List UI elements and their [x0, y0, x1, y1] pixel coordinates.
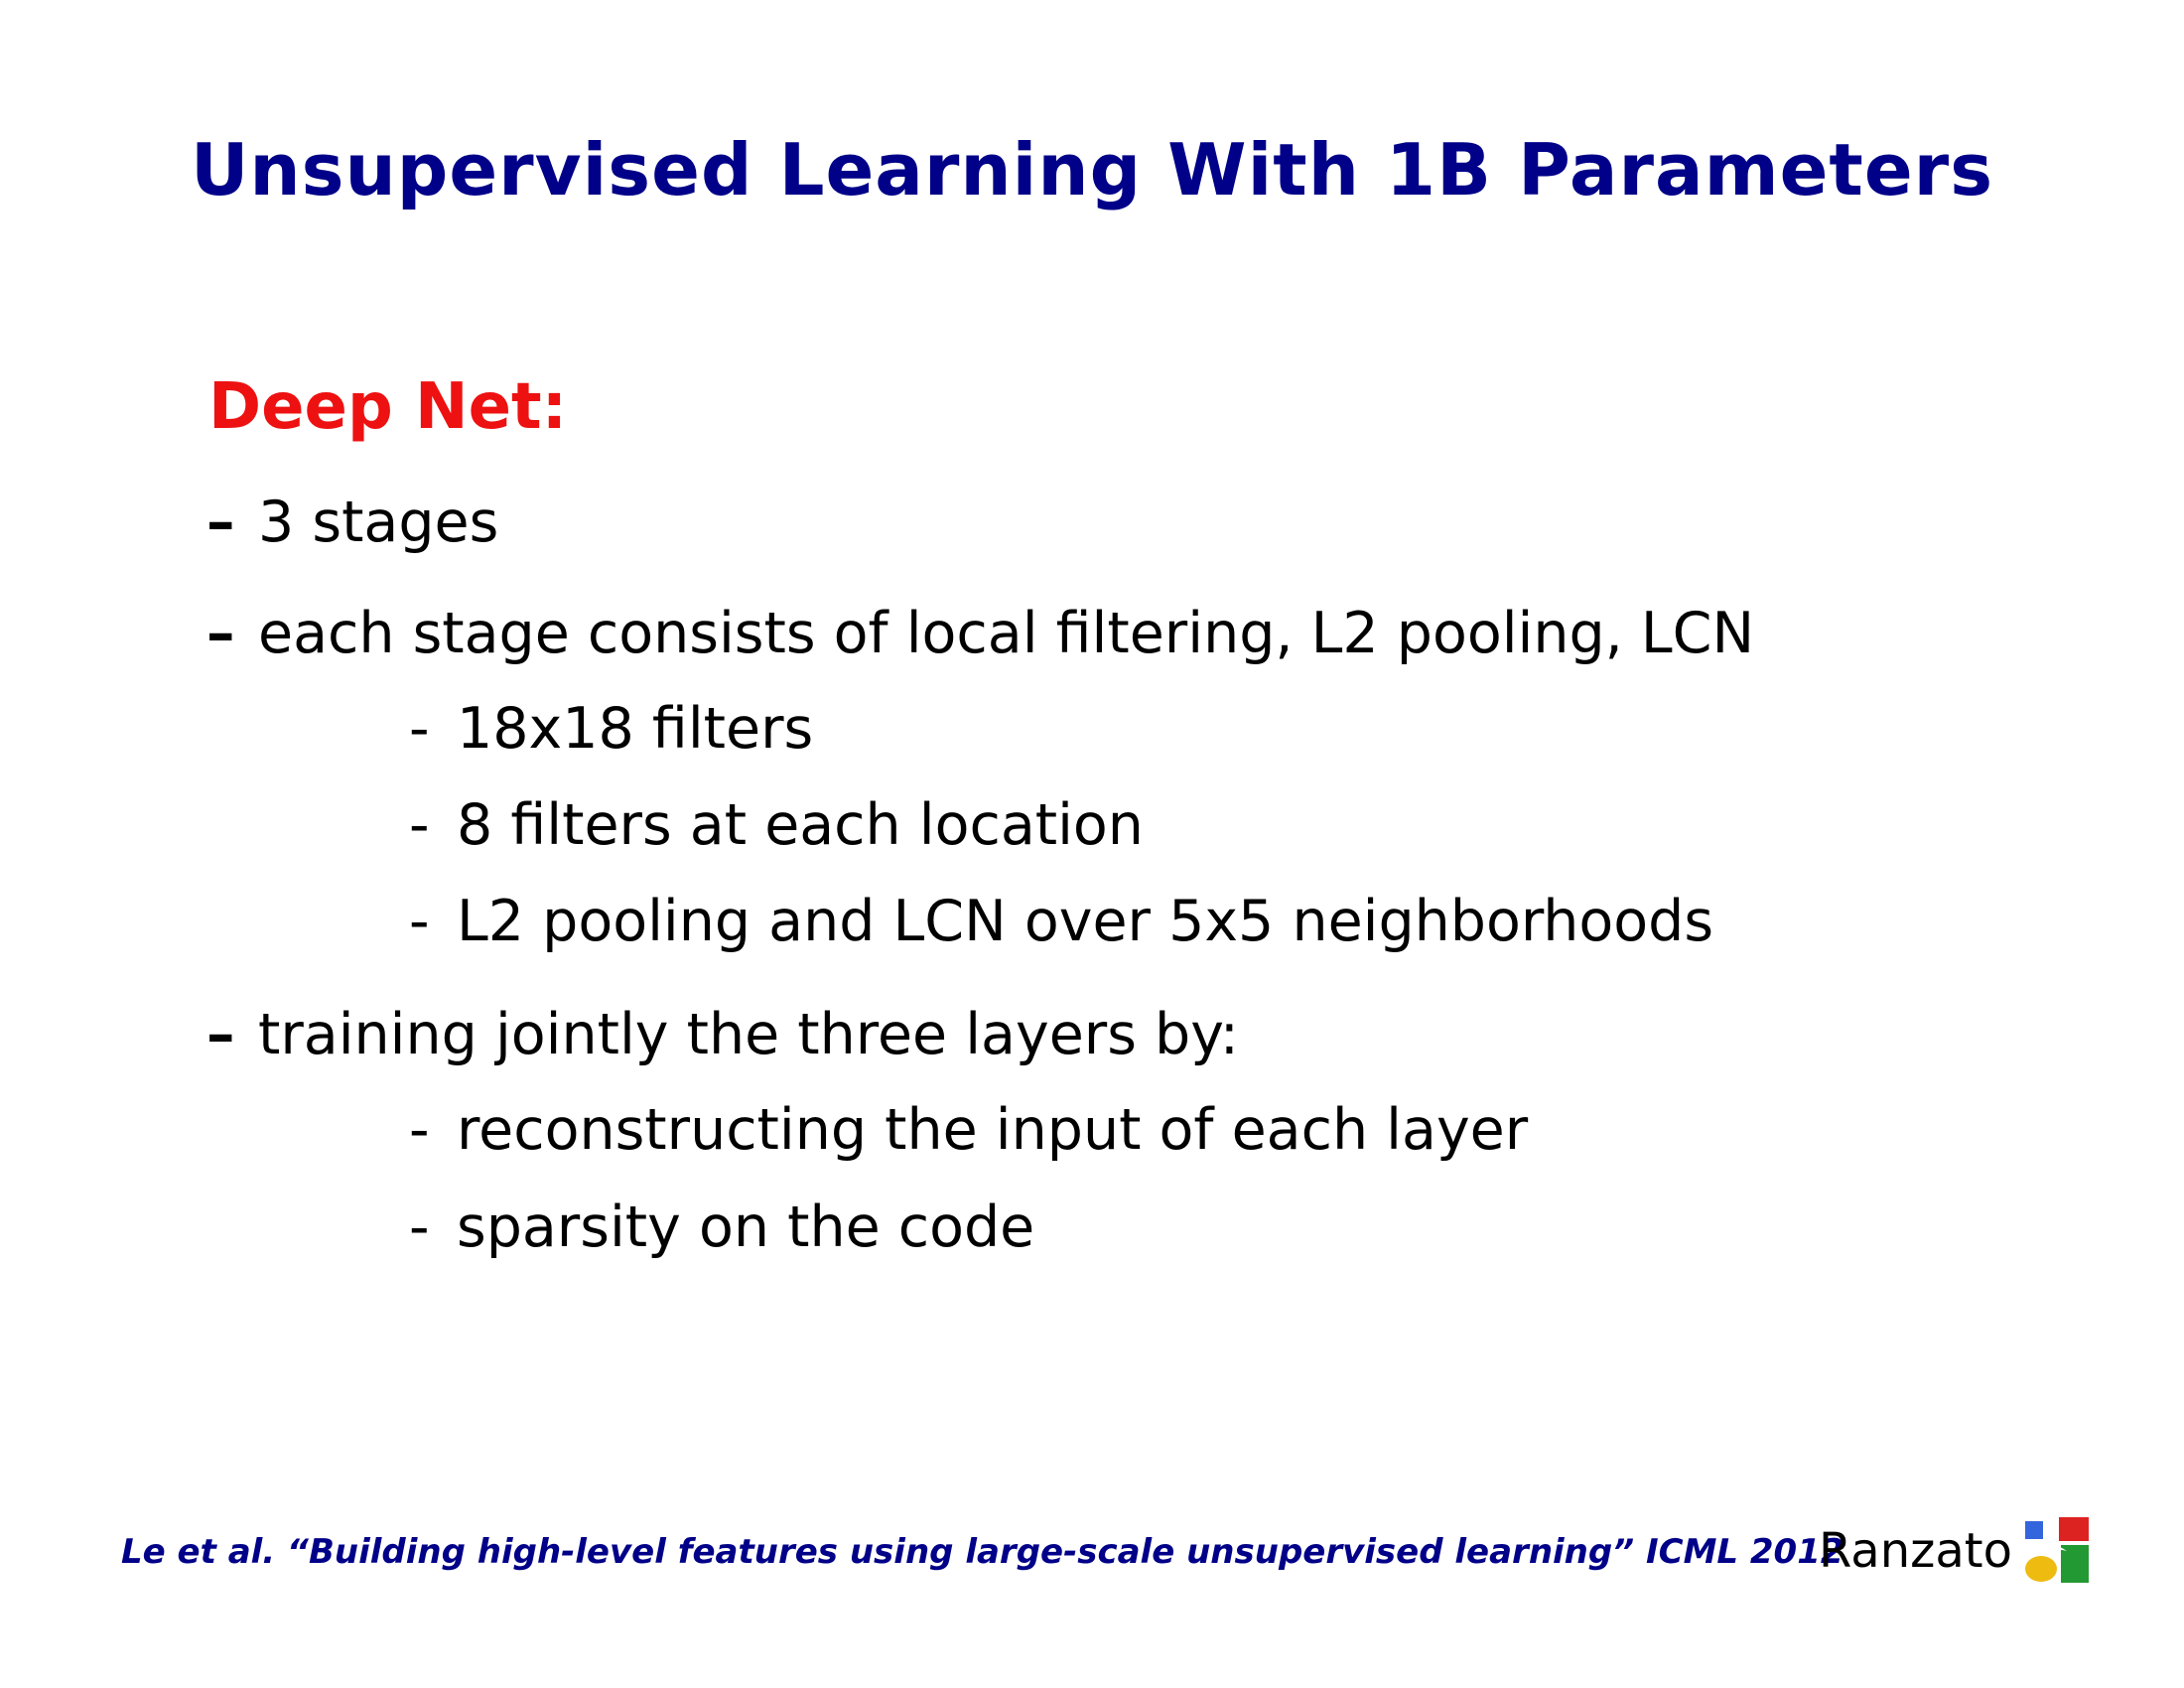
- bullet-text: 3 stages: [258, 490, 499, 555]
- sub-bullet-text: 18x18 filters: [457, 696, 814, 762]
- sub-bullet-item: - L2 pooling and LCN over 5x5 neighborhoo…: [409, 894, 1713, 950]
- slide-title: Unsupervised Learning With 1B Parameters: [190, 128, 1994, 211]
- logo-green-square: [2061, 1545, 2089, 1583]
- bullet-dash: –: [206, 1002, 235, 1067]
- sub-bullet-dash: -: [409, 1097, 430, 1163]
- sub-bullet-dash: -: [409, 696, 430, 762]
- logo-yellow-blob: [2025, 1556, 2057, 1582]
- logo-blue-square: [2025, 1521, 2043, 1539]
- sub-bullet-text: 8 filters at each location: [457, 792, 1144, 858]
- sub-bullet-text: L2 pooling and LCN over 5x5 neighborhood…: [457, 889, 1714, 954]
- sub-bullet-item: - reconstructing the input of each layer: [409, 1102, 1528, 1159]
- bullet-text: training jointly the three layers by:: [258, 1002, 1240, 1067]
- bullet-item: –3 stages: [206, 494, 498, 551]
- bullet-dash: –: [206, 490, 235, 555]
- bullet-text: each stage consists of local filtering, …: [258, 601, 1755, 666]
- bullet-item: – each stage consists of local filtering,…: [206, 606, 1754, 662]
- sub-bullet-dash: -: [409, 792, 430, 858]
- logo-red-square: [2059, 1517, 2089, 1541]
- sub-bullet-dash: -: [409, 889, 430, 954]
- sub-bullet-item: - sparsity on the code: [409, 1199, 1034, 1256]
- bullet-item: – training jointly the three layers by:: [206, 1007, 1239, 1063]
- sub-bullet-text: sparsity on the code: [457, 1195, 1035, 1260]
- author-name: Ranzato: [1819, 1523, 2012, 1579]
- sub-bullet-text: reconstructing the input of each layer: [457, 1097, 1529, 1163]
- bullet-dash: –: [206, 601, 235, 666]
- sub-bullet-item: -8 filters at each location: [409, 797, 1144, 854]
- sub-bullet-item: -18x18 filters: [409, 701, 813, 758]
- google-logo-icon: [2023, 1517, 2091, 1585]
- section-heading: Deep Net:: [208, 370, 568, 444]
- citation: Le et al. “Building high-level features …: [121, 1532, 1844, 1572]
- sub-bullet-dash: -: [409, 1195, 430, 1260]
